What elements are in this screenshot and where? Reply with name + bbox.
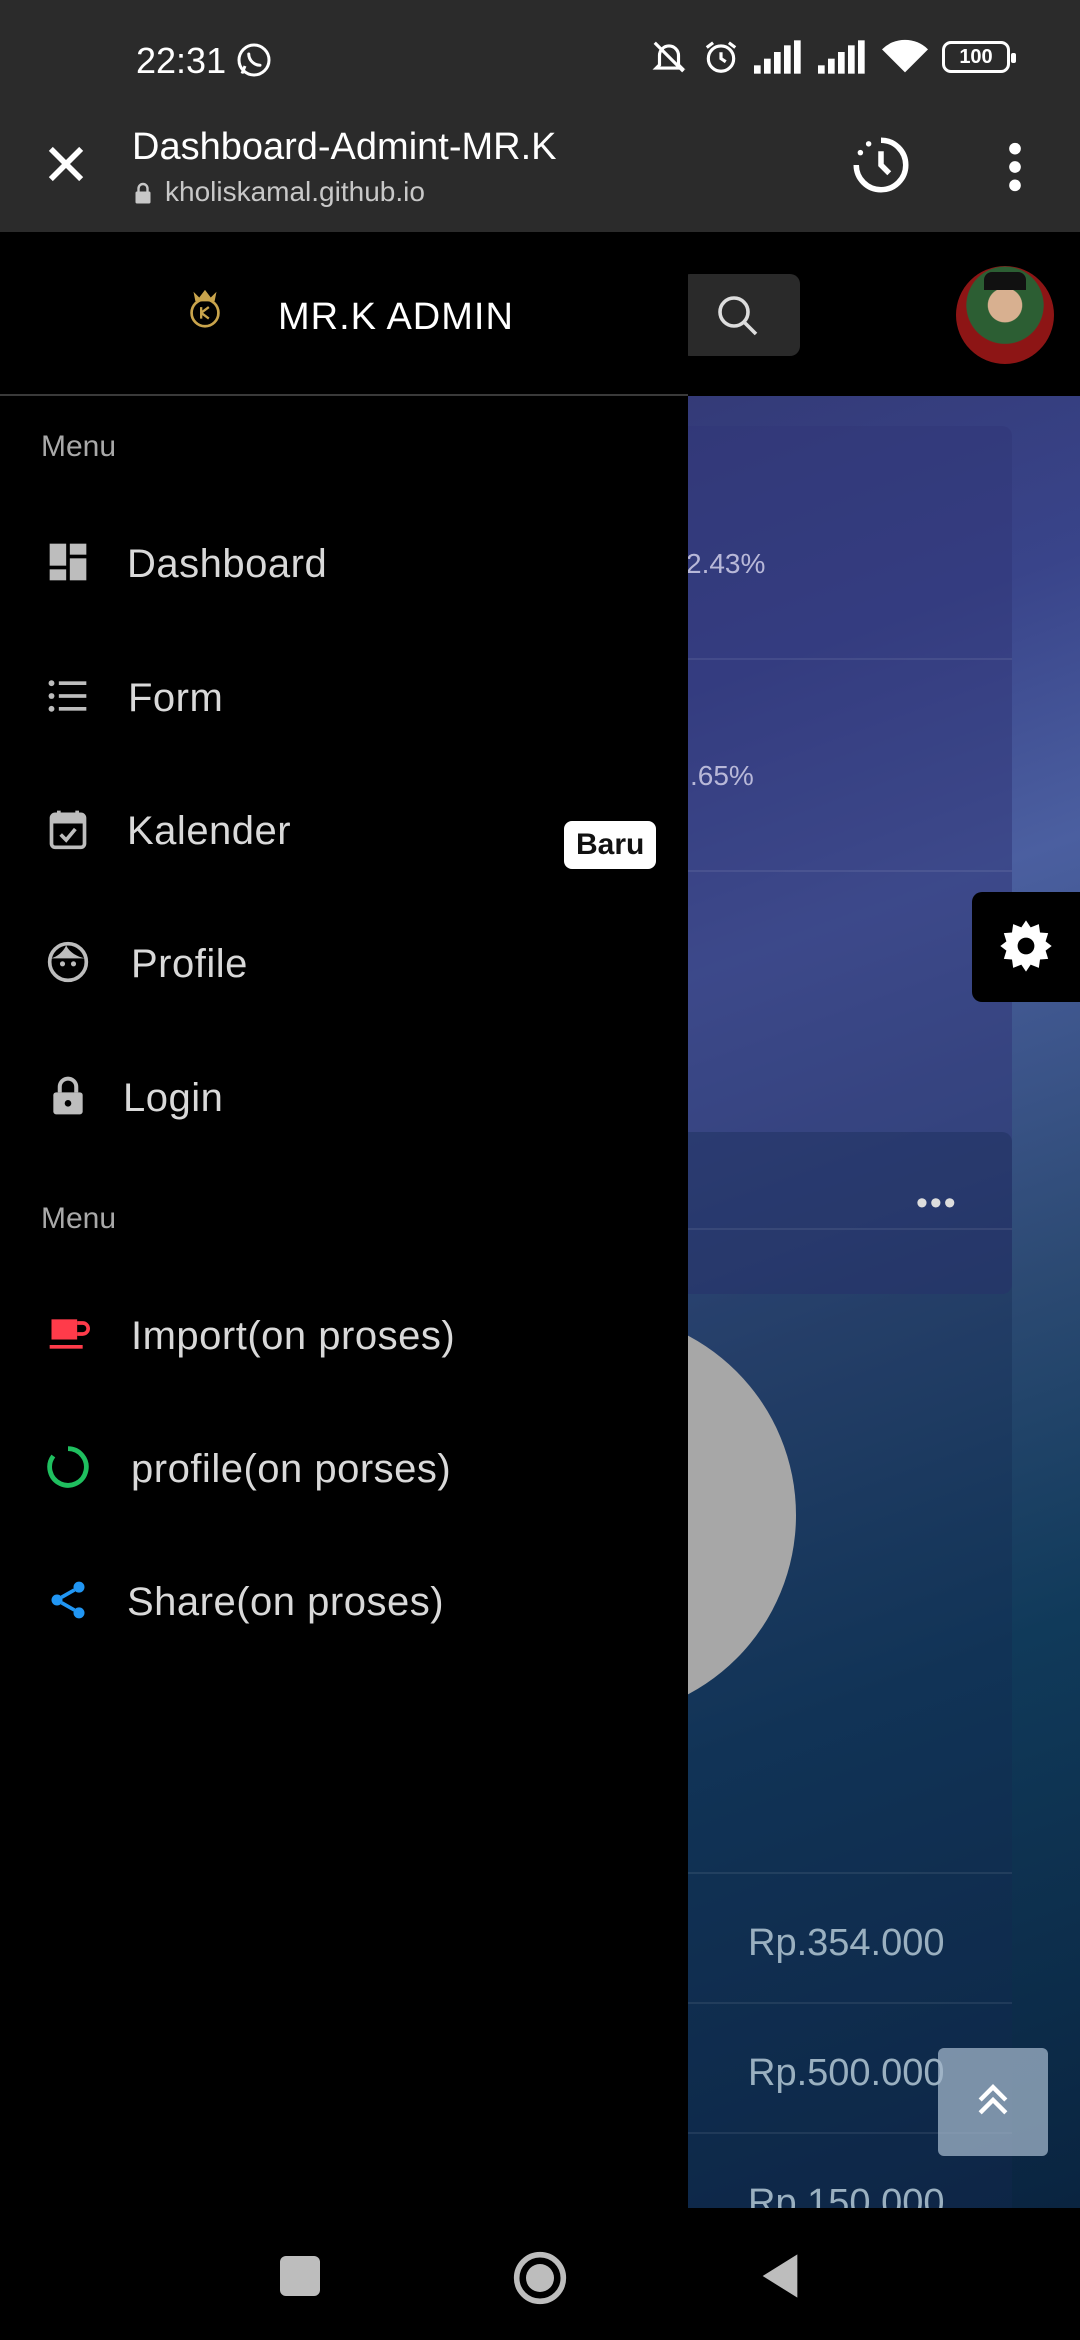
drawer-header: MR.K ADMIN [0, 232, 688, 396]
more-vert-icon[interactable] [1000, 142, 1030, 192]
battery-indicator: 100 [942, 41, 1016, 73]
stat-percent: 2.43% [686, 548, 766, 579]
sidebar-item-profile[interactable]: Profile [0, 908, 688, 1018]
wifi-icon [882, 39, 928, 73]
menu-section-title: Menu [41, 430, 117, 463]
sidebar-item-label: profile(on porses) [131, 1447, 452, 1491]
calendar-check-icon [49, 810, 87, 850]
sidebar-item-label: Form [128, 676, 224, 720]
brand-title: MR.K ADMIN [278, 296, 514, 338]
browser-toolbar: Dashboard-Admint-MR.K kholiskamal.github… [0, 120, 1080, 232]
sidebar-item-label: Kalender [127, 809, 292, 853]
dashboard-icon [49, 543, 87, 581]
sidebar-item-form[interactable]: Form [0, 642, 688, 752]
amount-value: Rp.150.000 [748, 2182, 945, 2208]
amount-value: Rp.354.000 [748, 1922, 945, 1964]
sidebar-item-kalender[interactable]: Kalender Baru [0, 775, 688, 885]
share-icon [51, 1581, 85, 1619]
sidebar-item-label: Login [123, 1076, 224, 1120]
search-icon [718, 296, 758, 336]
search-button[interactable] [680, 274, 800, 356]
avatar[interactable] [956, 266, 1054, 364]
system-nav-bar [0, 2208, 1080, 2340]
more-horiz-icon[interactable]: ••• [916, 1184, 958, 1223]
whatsapp-icon [237, 43, 271, 77]
lock-icon [135, 182, 151, 204]
page-title: Dashboard-Admint-MR.K [132, 126, 557, 168]
sidebar-item-share[interactable]: Share(on proses) [0, 1546, 688, 1656]
face-icon [47, 941, 89, 983]
settings-button[interactable] [972, 892, 1080, 1002]
close-icon[interactable] [40, 138, 92, 190]
home-button[interactable] [512, 2250, 568, 2306]
new-badge: Baru [564, 821, 657, 869]
recents-button[interactable] [280, 2256, 320, 2296]
history-icon[interactable] [848, 132, 914, 198]
sidebar-item-label: Dashboard [127, 542, 328, 586]
sidebar-item-dashboard[interactable]: Dashboard [0, 508, 688, 618]
sidebar-item-label: Share(on proses) [127, 1580, 445, 1624]
lock-icon [53, 1076, 83, 1115]
url-text: kholiskamal.github.io [165, 176, 425, 207]
signal-icon [754, 40, 801, 74]
sidebar-item-login[interactable]: Login [0, 1042, 688, 1152]
coffee-icon [49, 1319, 90, 1349]
scroll-top-button[interactable] [938, 2048, 1048, 2156]
status-bar: 22:31 100 [0, 0, 1080, 120]
stat-percent: .65% [690, 760, 754, 791]
bell-off-icon [652, 41, 686, 73]
alarm-icon [705, 41, 737, 73]
sidebar-item-label: Profile [131, 942, 248, 986]
list-icon [48, 680, 87, 712]
status-time: 22:31 [136, 40, 227, 81]
amount-value: Rp.500.000 [748, 2052, 945, 2094]
double-chevron-up-icon [978, 2084, 1008, 2115]
loading-ring-icon [47, 1446, 89, 1488]
navigation-drawer: MR.K ADMIN Menu Dashboard Form Kalender … [0, 232, 688, 2208]
signal-icon [818, 40, 865, 74]
menu-section-title: Menu [41, 1202, 117, 1235]
sidebar-item-import[interactable]: Import(on proses) [0, 1280, 688, 1390]
sidebar-item-label: Import(on proses) [131, 1314, 456, 1358]
logo-icon [190, 289, 220, 328]
gear-icon [1000, 920, 1052, 972]
back-button[interactable] [758, 2250, 802, 2302]
status-icons: 100 [650, 38, 1016, 76]
sidebar-item-profile-progress[interactable]: profile(on porses) [0, 1413, 688, 1523]
